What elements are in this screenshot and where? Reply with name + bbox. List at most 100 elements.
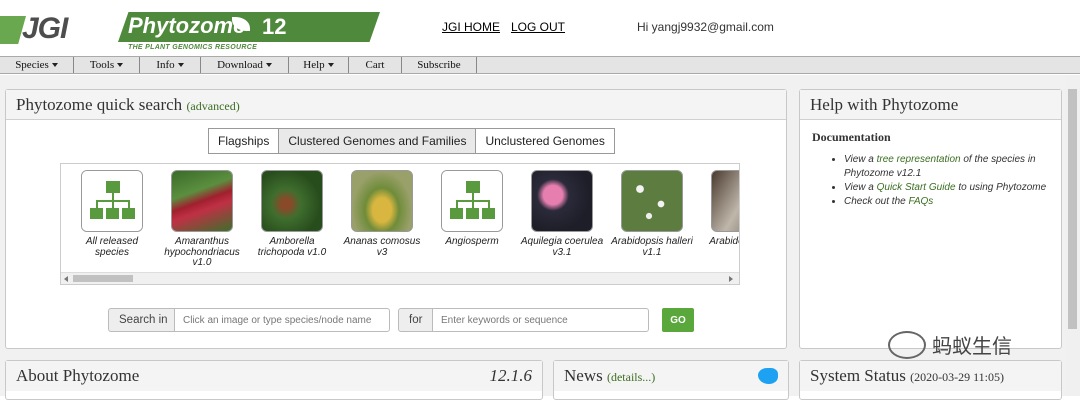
jgi-logo-text: JGI bbox=[22, 12, 68, 45]
site-header: JGI Phytozome 12 THE PLANT GENOMICS RESO… bbox=[0, 0, 1080, 56]
nav-tools-label: Tools bbox=[89, 59, 115, 71]
species-item-amaranthus[interactable]: Amaranthus hypochondriacus v1.0 bbox=[159, 170, 245, 269]
jgi-home-link[interactable]: JGI HOME bbox=[442, 20, 500, 34]
main-nav: Species Tools Info Download Help Cart Su… bbox=[0, 56, 1080, 74]
nav-subscribe[interactable]: Subscribe bbox=[402, 57, 477, 73]
about-title: About Phytozome bbox=[16, 366, 140, 385]
genome-tabs: Flagships Clustered Genomes and Families… bbox=[208, 128, 615, 154]
caret-down-icon bbox=[327, 63, 334, 67]
status-date: (2020-03-29 11:05) bbox=[910, 370, 1004, 384]
caret-down-icon bbox=[117, 63, 124, 67]
species-item-arabidopsis-halleri[interactable]: Arabidopsis halleri v1.1 bbox=[609, 170, 695, 258]
nav-cart[interactable]: Cart bbox=[349, 57, 402, 73]
quick-start-guide-link[interactable]: Quick Start Guide bbox=[877, 182, 956, 193]
plant-photo bbox=[351, 170, 413, 232]
nav-help-label: Help bbox=[303, 59, 325, 71]
species-label: Arabidopsis v2 bbox=[709, 236, 739, 247]
plant-photo bbox=[621, 170, 683, 232]
tree-icon bbox=[81, 170, 143, 232]
tab-flagships[interactable]: Flagships bbox=[208, 128, 280, 154]
help-item: Check out the FAQs bbox=[844, 195, 1049, 209]
species-item-amborella[interactable]: Amborella trichopoda v1.0 bbox=[249, 170, 335, 258]
phytozome-tagline: THE PLANT GENOMICS RESOURCE bbox=[128, 44, 258, 51]
species-label: All released species bbox=[85, 236, 139, 258]
species-item-aquilegia[interactable]: Aquilegia coerulea v3.1 bbox=[519, 170, 605, 258]
species-item-ananas[interactable]: Ananas comosus v3 bbox=[339, 170, 425, 258]
vertical-scrollbar[interactable] bbox=[1065, 75, 1080, 396]
for-label: for bbox=[398, 308, 434, 332]
advanced-link[interactable]: (advanced) bbox=[186, 99, 239, 113]
help-list: View a tree representation of the specie… bbox=[844, 153, 1049, 209]
phytozome-version: 12 bbox=[262, 14, 287, 39]
species-item-arabidopsis[interactable]: Arabidopsis v2 bbox=[699, 170, 739, 248]
quick-search-title: Phytozome quick search bbox=[16, 95, 183, 114]
plant-photo bbox=[711, 170, 739, 232]
species-label: Arabidopsis halleri v1.1 bbox=[611, 236, 693, 258]
caret-down-icon bbox=[265, 63, 272, 67]
species-label: Amaranthus hypochondriacus v1.0 bbox=[164, 236, 240, 268]
nav-cart-label: Cart bbox=[365, 59, 385, 71]
tab-unclustered-genomes[interactable]: Unclustered Genomes bbox=[476, 128, 615, 154]
species-label: Ananas comosus v3 bbox=[343, 236, 421, 258]
status-title: System Status bbox=[810, 366, 906, 385]
species-label: Aquilegia coerulea v3.1 bbox=[520, 236, 604, 258]
status-panel: System Status (2020-03-29 11:05) bbox=[799, 360, 1062, 400]
help-item-text: View a bbox=[844, 182, 877, 193]
quick-search-panel: Phytozome quick search (advanced) Flagsh… bbox=[5, 89, 787, 349]
species-carousel: All released species Amaranthus hypochon… bbox=[60, 163, 740, 285]
nav-tools[interactable]: Tools bbox=[74, 57, 140, 73]
plant-photo bbox=[261, 170, 323, 232]
nav-help[interactable]: Help bbox=[289, 57, 349, 73]
nav-download-label: Download bbox=[217, 59, 263, 71]
keyword-search-input[interactable]: Enter keywords or sequence bbox=[432, 308, 649, 332]
nav-download[interactable]: Download bbox=[201, 57, 289, 73]
documentation-heading: Documentation bbox=[812, 130, 891, 144]
species-label: Angiosperm bbox=[445, 236, 499, 247]
news-panel: News (details...) bbox=[553, 360, 789, 400]
quick-search-header: Phytozome quick search (advanced) bbox=[6, 90, 786, 120]
scroll-right-icon[interactable] bbox=[729, 276, 733, 282]
phytozome-title: Phytozome bbox=[128, 13, 246, 38]
tab-clustered-genomes[interactable]: Clustered Genomes and Families bbox=[279, 128, 477, 154]
species-item-angiosperm[interactable]: Angiosperm bbox=[429, 170, 515, 248]
plant-photo bbox=[171, 170, 233, 232]
status-header: System Status (2020-03-29 11:05) bbox=[800, 361, 1061, 391]
news-details-link[interactable]: (details...) bbox=[607, 370, 655, 384]
help-item: View a Quick Start Guide to using Phytoz… bbox=[844, 181, 1049, 195]
help-item-text: View a bbox=[844, 154, 877, 165]
tree-representation-link[interactable]: tree representation bbox=[877, 154, 961, 165]
nav-species-label: Species bbox=[15, 59, 49, 71]
news-title: News bbox=[564, 366, 603, 385]
help-item-text: to using Phytozome bbox=[955, 182, 1047, 193]
faqs-link[interactable]: FAQs bbox=[908, 196, 933, 207]
watermark-text: 蚂蚁生信 bbox=[932, 334, 1012, 358]
horizontal-scrollbar[interactable] bbox=[61, 272, 739, 284]
help-item: View a tree representation of the specie… bbox=[844, 153, 1049, 181]
user-greeting: Hi yangj9932@gmail.com bbox=[637, 20, 774, 34]
scroll-left-icon[interactable] bbox=[64, 276, 68, 282]
help-panel: Help with Phytozome Documentation View a… bbox=[799, 89, 1062, 349]
nav-info[interactable]: Info bbox=[140, 57, 201, 73]
search-in-label: Search in bbox=[108, 308, 179, 332]
species-label: Amborella trichopoda v1.0 bbox=[257, 236, 327, 258]
nav-species[interactable]: Species bbox=[0, 57, 74, 73]
twitter-icon[interactable] bbox=[758, 368, 778, 384]
watermark: 蚂蚁生信 bbox=[888, 330, 1012, 359]
nav-subscribe-label: Subscribe bbox=[417, 59, 461, 71]
scrollbar-thumb[interactable] bbox=[1068, 89, 1077, 329]
species-item-all-released[interactable]: All released species bbox=[69, 170, 155, 258]
jgi-logo[interactable]: JGI bbox=[0, 4, 118, 52]
nav-info-label: Info bbox=[156, 59, 175, 71]
about-panel: About Phytozome 12.1.6 bbox=[5, 360, 543, 400]
caret-down-icon bbox=[51, 63, 58, 67]
logout-link[interactable]: LOG OUT bbox=[511, 20, 565, 34]
caret-down-icon bbox=[177, 63, 184, 67]
species-search-input[interactable]: Click an image or type species/node name bbox=[174, 308, 390, 332]
about-version: 12.1.6 bbox=[489, 366, 533, 385]
go-button[interactable]: GO bbox=[662, 308, 694, 332]
help-body: Documentation View a tree representation… bbox=[800, 120, 1061, 219]
plant-photo bbox=[531, 170, 593, 232]
scrollbar-thumb[interactable] bbox=[73, 275, 133, 282]
news-header: News (details...) bbox=[554, 361, 788, 391]
about-header: About Phytozome 12.1.6 bbox=[6, 361, 542, 391]
